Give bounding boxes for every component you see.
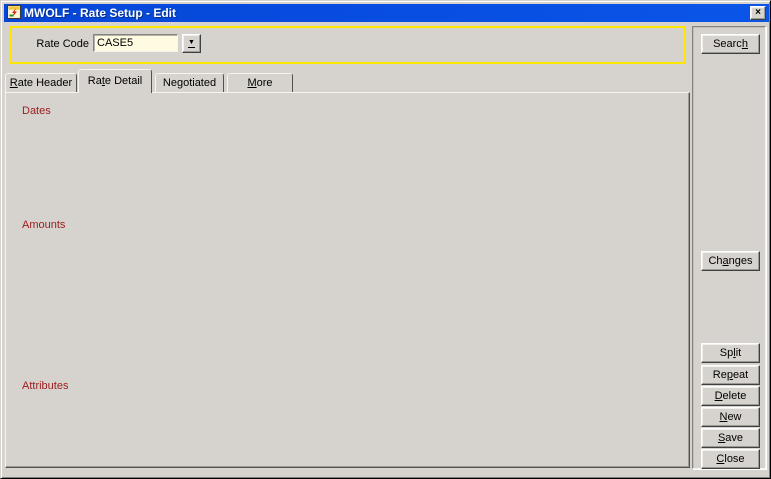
tab-negotiated[interactable]: Negotiated <box>155 73 224 93</box>
new-button[interactable]: New <box>701 407 760 427</box>
save-button[interactable]: Save <box>701 428 760 448</box>
window-title: MWOLF - Rate Setup - Edit <box>24 6 750 20</box>
amounts-group-label: Amounts <box>19 219 68 232</box>
tab-rate-detail[interactable]: Rate Detail <box>78 69 152 93</box>
search-button[interactable]: Search <box>701 34 760 54</box>
dates-group-label: Dates <box>19 105 54 118</box>
window-close-button[interactable]: × <box>750 6 766 20</box>
close-button[interactable]: Close <box>701 449 760 469</box>
repeat-button[interactable]: Repeat <box>701 365 760 385</box>
tab-content-panel <box>5 92 690 468</box>
tab-rate-header[interactable]: Rate Header <box>5 73 77 93</box>
tab-more[interactable]: More <box>227 73 293 93</box>
side-button-panel: Search Changes Split Repeat Delete New S… <box>692 26 766 469</box>
changes-button[interactable]: Changes <box>701 251 760 271</box>
titlebar[interactable]: MWOLF - Rate Setup - Edit × <box>4 4 769 22</box>
rate-setup-edit-window: MWOLF - Rate Setup - Edit × Rate Code ▼ … <box>0 0 771 479</box>
delete-button[interactable]: Delete <box>701 386 760 406</box>
rate-code-lov-button[interactable]: ▼ <box>182 34 201 53</box>
rate-code-input[interactable] <box>93 34 178 52</box>
rate-code-label: Rate Code <box>29 37 89 51</box>
app-icon <box>7 5 21 22</box>
attributes-group-label: Attributes <box>19 380 71 393</box>
lov-arrow-icon: ▼ <box>188 39 195 48</box>
split-button[interactable]: Split <box>701 343 760 363</box>
close-icon: × <box>755 7 761 19</box>
